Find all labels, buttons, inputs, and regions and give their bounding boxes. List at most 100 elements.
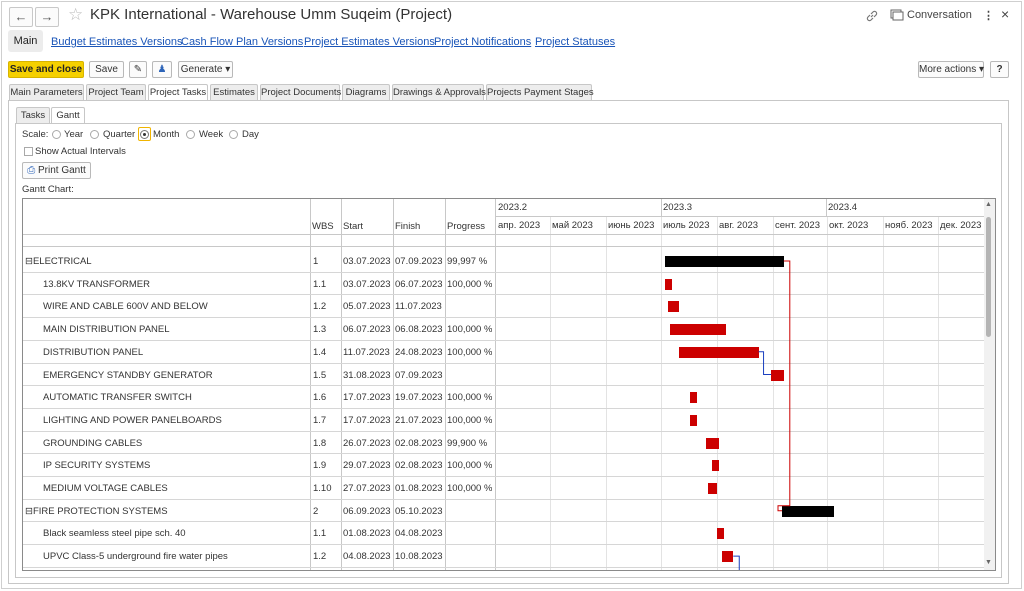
save-button[interactable]: Save [89,61,124,78]
scale-radio-month[interactable] [140,130,149,139]
task-bar[interactable] [670,324,727,336]
month-label: июнь 2023 [608,220,655,231]
save-and-close-button[interactable]: Save and close [8,61,84,78]
task-name[interactable]: Black seamless steel pipe sch. 40 [43,522,308,545]
task-name[interactable]: GROUNDING CABLES [43,432,308,455]
task-start: 29.07.2023 [343,460,391,472]
task-name[interactable]: WIRE AND CABLE 600V AND BELOW [43,295,308,318]
scale-option-week[interactable]: Week [199,129,223,140]
notify-button[interactable]: ♟ [152,61,172,78]
task-progress: 100,000 % [447,460,493,472]
task-name[interactable]: ⊟ELECTRICAL [25,250,290,273]
scrollbar-thumb[interactable] [986,217,991,337]
conversation-button[interactable]: Conversation [907,9,972,21]
tab-drawings-approvals[interactable]: Drawings & Approvals [392,84,486,100]
task-name[interactable]: EMERGENCY STANDBY GENERATOR [43,364,308,387]
task-name[interactable]: IP SECURITY SYSTEMS [43,454,308,477]
nav-project-estimates-versions[interactable]: Project Estimates Versions [304,36,435,48]
task-bar[interactable] [707,483,717,494]
show-actual-intervals-checkbox[interactable] [24,147,33,156]
more-actions-dropdown[interactable]: More actions ▾ [918,61,984,78]
tab-project-documents[interactable]: Project Documents [260,84,341,100]
task-name[interactable]: 13.8KV TRANSFORMER [43,273,308,296]
nav-project-notifications[interactable]: Project Notifications [434,36,531,48]
task-bar[interactable] [679,346,759,358]
link-icon[interactable] [865,9,879,23]
scale-option-day[interactable]: Day [242,129,259,140]
close-icon[interactable]: × [1001,6,1009,22]
task-wbs: 1.3 [313,324,327,336]
scale-radio-year[interactable] [52,130,61,139]
tab-project-team[interactable]: Project Team [86,84,146,100]
month-gridline [773,217,774,570]
subtab-gantt[interactable]: Gantt [51,107,85,124]
scale-option-quarter[interactable]: Quarter [103,129,135,140]
task-bar[interactable] [689,392,697,404]
scale-option-year[interactable]: Year [64,129,83,140]
task-start: 04.08.2023 [343,551,391,563]
task-bar[interactable] [706,437,719,449]
task-name[interactable]: AUTOMATIC TRANSFER SWITCH [43,386,308,409]
task-name[interactable]: ⊟FIRE PROTECTION SYSTEMS [25,500,290,523]
tab-estimates[interactable]: Estimates [210,84,258,100]
scale-radio-quarter[interactable] [90,130,99,139]
task-name[interactable]: LIGHTING AND POWER PANELBOARDS [43,409,308,432]
scale-option-month[interactable]: Month [153,129,179,140]
task-name[interactable]: DISTRIBUTION PANEL [43,341,308,364]
task-bar[interactable] [771,369,784,381]
scale-label: Scale: [22,129,49,140]
task-bar[interactable] [668,301,680,313]
nav-budget-estimates-versions[interactable]: Budget Estimates Versions [51,36,182,48]
month-label: июль 2023 [663,220,710,231]
col-header-start[interactable]: Start [343,221,363,232]
conversation-icon[interactable] [890,9,904,22]
tab-projects-payment-stages[interactable]: Projects Payment Stages [486,84,594,100]
month-gridline [938,217,939,570]
scroll-down-icon[interactable]: ▼ [985,559,992,566]
back-button[interactable]: ← [9,7,33,27]
scale-radio-day[interactable] [229,130,238,139]
scale-radio-week[interactable] [186,130,195,139]
task-name[interactable]: MEDIUM VOLTAGE CABLES [43,477,308,500]
summary-bar[interactable] [782,505,835,517]
print-gantt-button[interactable]: ⎙ Print Gantt [22,162,91,179]
task-bar[interactable] [689,414,698,426]
task-bar[interactable] [711,460,719,472]
show-actual-intervals-label[interactable]: Show Actual Intervals [35,146,126,157]
task-progress: 100,000 % [447,278,493,290]
help-button[interactable]: ? [990,61,1009,78]
tab-diagrams[interactable]: Diagrams [342,84,390,100]
task-name[interactable]: MAIN DISTRIBUTION PANEL [43,318,308,341]
task-progress: 99,900 % [447,437,488,449]
scroll-up-icon[interactable]: ▲ [985,201,992,208]
task-finish: 19.07.2023 [395,392,443,404]
nav-main[interactable]: Main [8,30,43,52]
summary-bar[interactable] [664,256,784,267]
favorite-star-icon[interactable]: ☆ [68,5,83,25]
tab-main-parameters[interactable]: Main Parameters [9,84,84,100]
task-finish: 02.08.2023 [395,460,443,472]
col-header-finish[interactable]: Finish [395,221,420,232]
month-label: окт. 2023 [829,220,869,231]
attach-button[interactable]: ✎ [129,61,147,78]
task-bar[interactable] [717,528,724,540]
tab-project-tasks[interactable]: Project Tasks [148,84,208,101]
bell-icon: ♟ [157,64,167,75]
task-name[interactable]: UPVC Class-5 underground fire water pipe… [43,545,308,568]
generate-dropdown[interactable]: Generate ▾ [178,61,233,78]
more-menu-icon[interactable]: ⋮ [983,9,994,22]
col-header-progress[interactable]: Progress [447,221,485,232]
month-label: авг. 2023 [719,220,759,231]
subtab-tasks[interactable]: Tasks [16,107,50,123]
nav-cash-flow-plan-versions[interactable]: Cash Flow Plan Versions [181,36,303,48]
forward-button[interactable]: → [35,7,59,27]
month-label: май 2023 [552,220,593,231]
task-bar[interactable] [664,278,672,290]
month-gridline [883,217,884,570]
nav-project-statuses[interactable]: Project Statuses [535,36,615,48]
task-start: 05.07.2023 [343,301,391,313]
gantt-grid: 2023.2 2023.3 2023.4 апр. 2023 май 2023 июнь … [22,198,996,571]
task-bar[interactable] [722,551,734,563]
col-header-wbs[interactable]: WBS [312,221,334,232]
task-progress: 100,000 % [447,346,493,358]
